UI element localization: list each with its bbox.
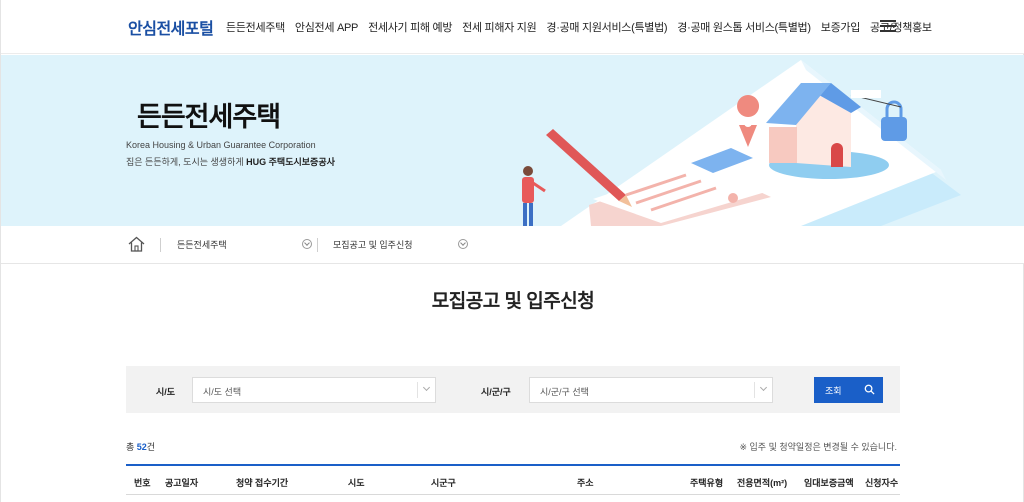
total-count-number: 52 (136, 442, 147, 452)
th-number: 번호 (134, 478, 151, 488)
hero-illustration (522, 60, 961, 226)
chevron-down-icon (417, 382, 435, 398)
site-logo[interactable]: 안심전세포털 (128, 15, 214, 39)
sigungu-select[interactable]: 시/군/구 선택 (529, 377, 773, 403)
page-frame: 안심전세포털 든든전세주택 안심전세 APP 전세사기 피해 예방 전세 피해자… (0, 0, 1024, 502)
th-sido: 시도 (348, 478, 365, 488)
nav-item-auction-onestop[interactable]: 경·공매 원스톱 서비스(특별법) (677, 19, 811, 35)
search-icon (864, 384, 875, 395)
th-sigungu: 시군구 (431, 478, 456, 488)
sido-select[interactable]: 시/도 선택 (192, 377, 436, 403)
nav-item-auction-support[interactable]: 경·공매 지원서비스(특별법) (546, 19, 667, 35)
sigungu-label: 시/군/구 (481, 387, 511, 397)
breadcrumb-divider (160, 238, 161, 252)
hero-slogan-org: HUG 주택도시보증공사 (246, 157, 335, 167)
nav-item-deundeun[interactable]: 든든전세주택 (226, 19, 285, 35)
schedule-notice: ※ 입주 및 청약일정은 변경될 수 있습니다. (739, 442, 897, 452)
breadcrumb-divider (317, 238, 318, 252)
nav-item-fraud-prevention[interactable]: 전세사기 피해 예방 (368, 19, 452, 35)
total-count-prefix: 총 (126, 442, 137, 452)
results-table-header: 번호 공고일자 청약 접수기간 시도 시군구 주소 주택유형 전용면적(m²) … (126, 464, 900, 495)
hamburger-icon[interactable] (880, 20, 896, 33)
home-icon[interactable] (128, 236, 145, 252)
th-application-period: 청약 접수기간 (236, 478, 289, 488)
th-housing-type: 주택유형 (690, 478, 724, 488)
th-address: 주소 (577, 478, 594, 488)
hero-slogan-text: 집은 든든하게, 도시는 생생하게 (126, 157, 247, 167)
search-button-label: 조회 (825, 386, 842, 396)
th-deposit: 임대보증금액 (804, 478, 854, 488)
main-nav: 든든전세주택 안심전세 APP 전세사기 피해 예방 전세 피해자 지원 경·공… (226, 19, 942, 35)
breadcrumb-item-recruitment[interactable]: 모집공고 및 입주신청 (333, 238, 413, 251)
total-count: 총 52건 (126, 440, 155, 453)
nav-item-app[interactable]: 안심전세 APP (295, 19, 358, 35)
sido-label: 시/도 (156, 387, 176, 397)
chevron-down-icon[interactable] (458, 239, 468, 249)
hero-banner: 든든전세주택 Korea Housing & Urban Guarantee C… (1, 55, 1024, 226)
breadcrumb: 든든전세주택 모집공고 및 입주신청 (1, 226, 1024, 264)
top-header: 안심전세포털 든든전세주택 안심전세 APP 전세사기 피해 예방 전세 피해자… (1, 0, 1024, 54)
total-count-suffix: 건 (146, 442, 156, 452)
chevron-down-icon (754, 382, 772, 398)
sigungu-select-value: 시/군/구 선택 (540, 387, 589, 397)
search-filter-box: 시/도 시/도 선택 시/군/구 시/군/구 선택 조회 (126, 366, 900, 413)
search-button[interactable]: 조회 (814, 377, 883, 403)
th-notice-date: 공고일자 (165, 478, 199, 488)
sido-select-value: 시/도 선택 (203, 387, 242, 397)
th-applicants: 신청자수 (865, 478, 899, 488)
chevron-down-icon[interactable] (302, 239, 312, 249)
nav-item-victim-support[interactable]: 전세 피해자 지원 (462, 19, 537, 35)
page-title: 모집공고 및 입주신청 (431, 291, 595, 312)
hero-org-english: Korea Housing & Urban Guarantee Corporat… (126, 140, 316, 150)
hero-slogan: 집은 든든하게, 도시는 생생하게 HUG 주택도시보증공사 (126, 155, 335, 168)
breadcrumb-item-deundeun[interactable]: 든든전세주택 (177, 238, 227, 251)
th-exclusive-area: 전용면적(m²) (737, 478, 788, 488)
nav-item-guarantee[interactable]: 보증가입 (821, 19, 861, 35)
hero-title: 든든전세주택 (137, 102, 281, 132)
